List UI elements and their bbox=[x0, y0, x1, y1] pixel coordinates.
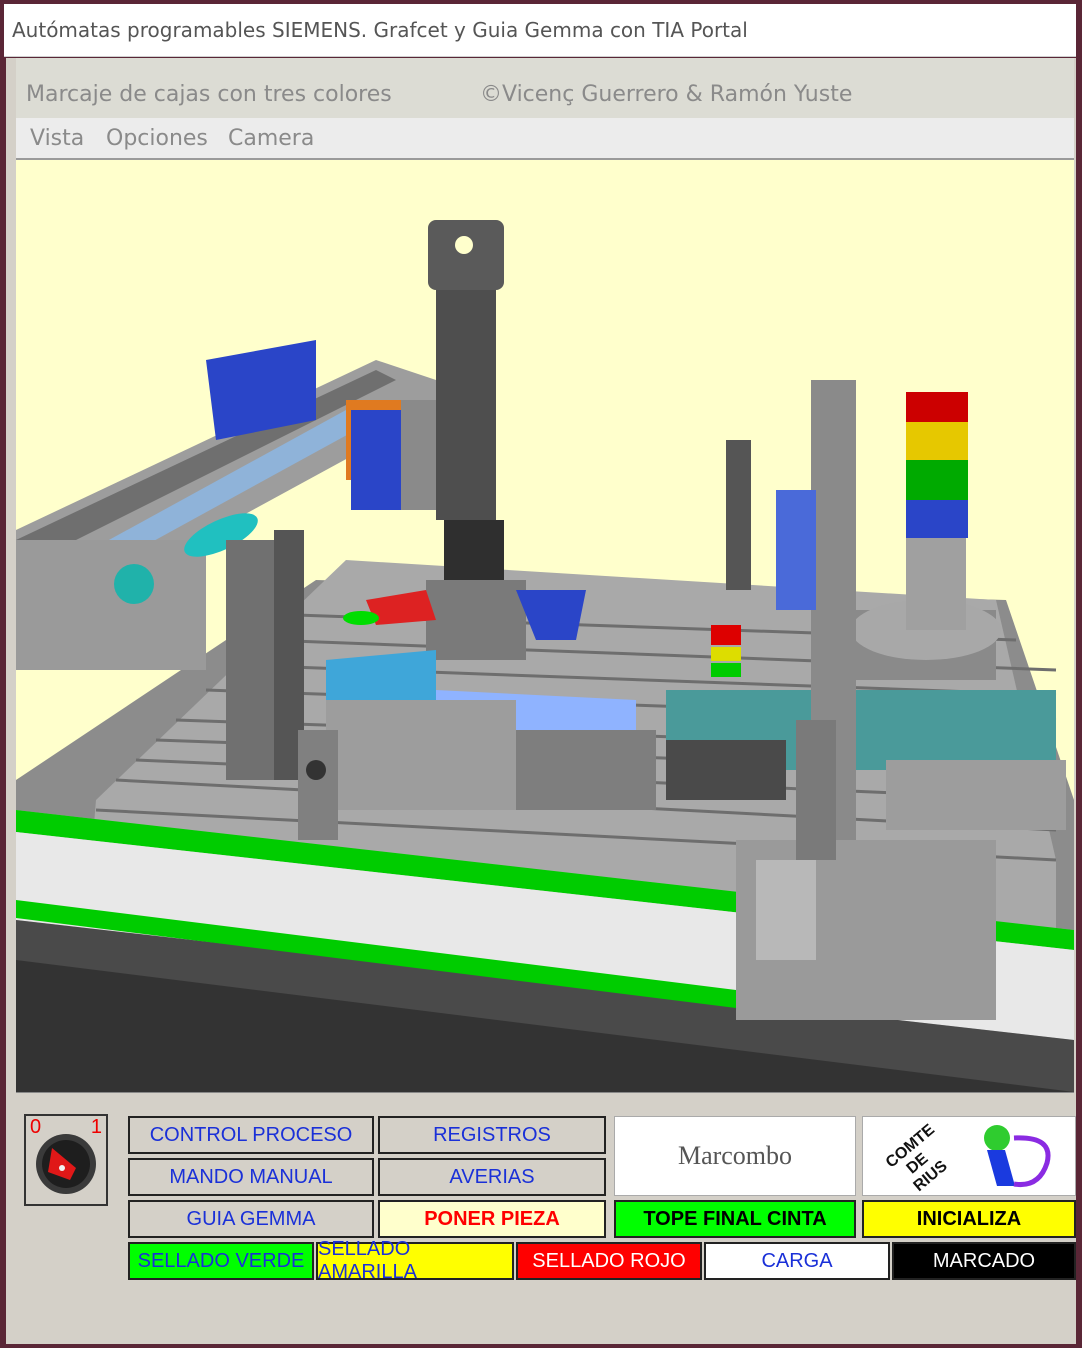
tope-final-cinta-button[interactable]: TOPE FINAL CINTA bbox=[614, 1200, 856, 1238]
menu-opciones[interactable]: Opciones bbox=[106, 126, 208, 151]
carga-indicator: CARGA bbox=[704, 1242, 890, 1280]
3d-scene-viewport[interactable] bbox=[16, 160, 1074, 1093]
inicializa-button[interactable]: INICIALIZA bbox=[862, 1200, 1076, 1238]
tower-light-red bbox=[906, 392, 968, 422]
key-switch-icon bbox=[36, 1134, 96, 1194]
sellado-verde-indicator: SELLADO VERDE bbox=[128, 1242, 314, 1280]
key-switch[interactable]: 0 1 bbox=[24, 1114, 108, 1206]
title-bar: Autómatas programables SIEMENS. Grafcet … bbox=[4, 4, 1076, 57]
scene-illustration bbox=[16, 220, 1074, 1092]
comte-de-rius-logo-graphic: COMTE DE RIUS bbox=[883, 1121, 1051, 1194]
tower-light-blue bbox=[906, 500, 968, 538]
window-title: Autómatas programables SIEMENS. Grafcet … bbox=[12, 18, 748, 42]
tower-light-green bbox=[906, 460, 968, 500]
menu-bar: Vista Opciones Camera bbox=[16, 118, 1074, 160]
client-area: Marcaje de cajas con tres colores ©Vicen… bbox=[6, 58, 1076, 1344]
app-header: Marcaje de cajas con tres colores ©Vicen… bbox=[16, 58, 1074, 118]
sellado-amarilla-indicator: SELLADO AMARILLA bbox=[316, 1238, 514, 1283]
marcombo-logo-text: Marcombo bbox=[677, 1141, 793, 1170]
guia-gemma-button[interactable]: GUIA GEMMA bbox=[128, 1200, 374, 1238]
mando-manual-button[interactable]: MANDO MANUAL bbox=[128, 1158, 374, 1196]
poner-pieza-button[interactable]: PONER PIEZA bbox=[378, 1200, 606, 1238]
menu-camera[interactable]: Camera bbox=[228, 126, 314, 151]
app-subtitle: Marcaje de cajas con tres colores bbox=[26, 82, 392, 107]
app-window: Autómatas programables SIEMENS. Grafcet … bbox=[0, 0, 1082, 1348]
registros-button[interactable]: REGISTROS bbox=[378, 1116, 606, 1154]
averias-button[interactable]: AVERIAS bbox=[378, 1158, 606, 1196]
comte-de-rius-logo: COMTE DE RIUS bbox=[862, 1116, 1076, 1196]
sellado-rojo-indicator: SELLADO ROJO bbox=[516, 1242, 702, 1280]
vertical-cylinder bbox=[436, 280, 496, 520]
marcado-indicator: MARCADO bbox=[892, 1242, 1076, 1280]
control-panel: 0 1 CONTROL PROCESO REGISTROS MANDO MANU… bbox=[16, 1098, 1076, 1344]
menu-vista[interactable]: Vista bbox=[30, 126, 84, 151]
copyright-text: ©Vicenç Guerrero & Ramón Yuste bbox=[480, 82, 853, 107]
marcombo-logo: Marcombo bbox=[614, 1116, 856, 1196]
control-proceso-button[interactable]: CONTROL PROCESO bbox=[128, 1116, 374, 1154]
tower-light-yellow bbox=[906, 422, 968, 460]
